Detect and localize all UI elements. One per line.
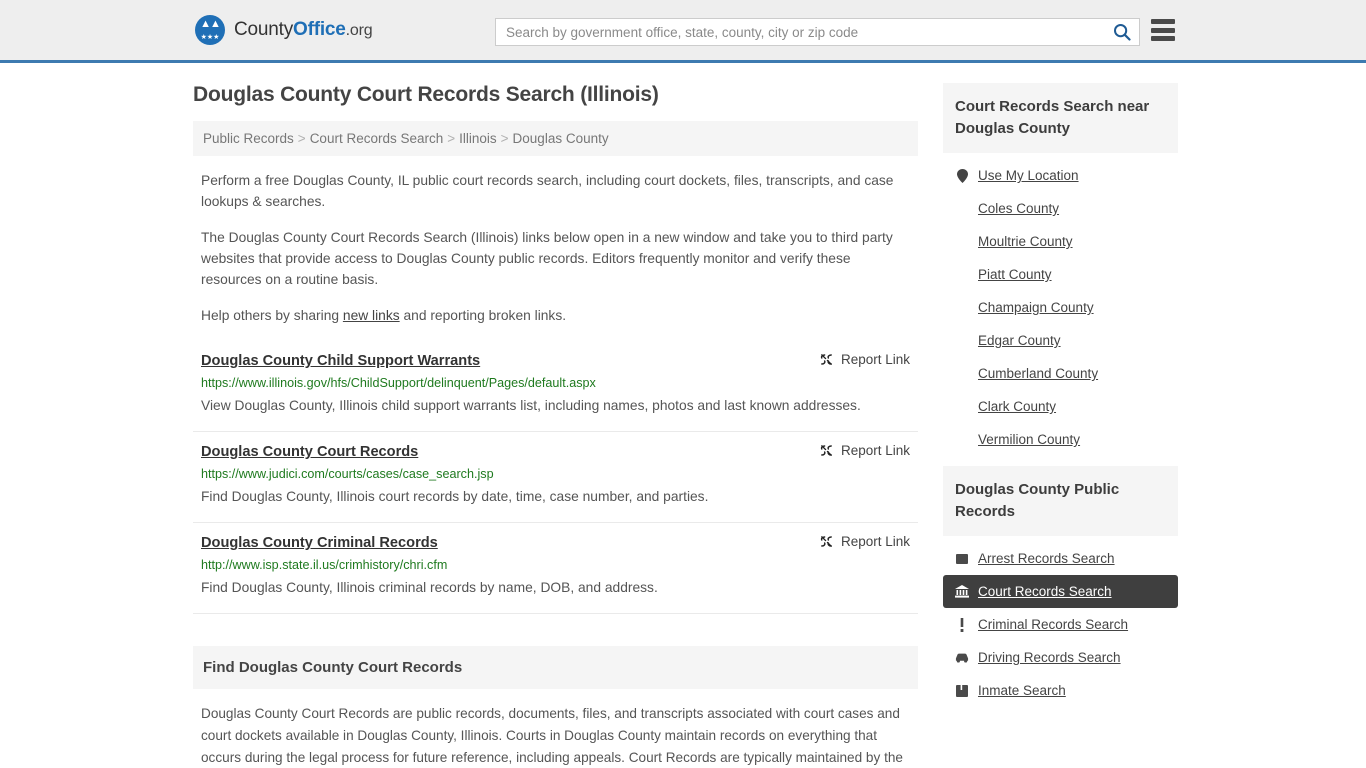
exclamation-icon — [955, 617, 969, 632]
sidebar-item-coles-county[interactable]: Coles County — [943, 192, 1178, 225]
breadcrumb: Public Records > Court Records Search > Illi… — [193, 121, 918, 156]
sidebar-item-piatt-county[interactable]: Piatt County — [943, 258, 1178, 291]
result-title-link[interactable]: Douglas County Court Records — [201, 442, 418, 462]
report-link-label: Report Link — [840, 443, 910, 458]
intro-p3-before: Help others by sharing — [201, 308, 343, 323]
result-title-link[interactable]: Douglas County Criminal Records — [201, 533, 438, 553]
page-title: Douglas County Court Records Search (Ill… — [193, 83, 659, 106]
sidebar-item-driving-records-search[interactable]: Driving Records Search — [943, 641, 1178, 674]
find-records-heading: Find Douglas County Court Records — [193, 646, 918, 689]
result-url: https://www.illinois.gov/hfs/ChildSuppor… — [201, 376, 596, 390]
result-description: Find Douglas County, Illinois court reco… — [201, 489, 709, 504]
new-links-link[interactable]: new links — [343, 308, 400, 323]
site-header: ▲▲ ★★★ CountyOffice.org — [0, 0, 1366, 63]
sidebar-item-label: Moultrie County — [978, 234, 1073, 249]
broken-link-icon — [820, 445, 832, 456]
sidebar-item-clark-county[interactable]: Clark County — [943, 390, 1178, 423]
sidebar-item-cumberland-county[interactable]: Cumberland County — [943, 357, 1178, 390]
countyoffice-logo-icon: ▲▲ ★★★ — [195, 15, 225, 45]
site-logo[interactable]: ▲▲ ★★★ CountyOffice.org — [195, 15, 373, 45]
result-item: Douglas County Court Records Report Link… — [193, 432, 918, 523]
search-button[interactable] — [1105, 19, 1139, 45]
sidebar-item-label: Court Records Search — [978, 584, 1112, 599]
sidebar-item-edgar-county[interactable]: Edgar County — [943, 324, 1178, 357]
sidebar-item-label: Cumberland County — [978, 366, 1099, 381]
result-description: View Douglas County, Illinois child supp… — [201, 398, 861, 413]
report-link-button[interactable]: Report Link — [819, 533, 910, 549]
hamburger-bar — [1151, 19, 1175, 24]
sidebar-item-label: Driving Records Search — [978, 650, 1121, 665]
intro-text: Perform a free Douglas County, IL public… — [193, 170, 918, 326]
breadcrumb-item-court-records-search[interactable]: Court Records Search — [310, 131, 444, 146]
sidebar-item-label: Coles County — [978, 201, 1060, 216]
sidebar-item-label: Vermilion County — [978, 432, 1081, 447]
car-icon — [955, 652, 969, 663]
breadcrumb-item-douglas-county[interactable]: Douglas County — [513, 131, 609, 146]
inmate-icon — [955, 684, 969, 697]
breadcrumb-separator: > — [447, 131, 456, 146]
search-input[interactable] — [496, 19, 1105, 45]
result-item: Douglas County Child Support Warrants Re… — [193, 341, 918, 432]
sidebar-item-label: Piatt County — [978, 267, 1052, 282]
nearby-panel-heading: Court Records Search near Douglas County — [943, 83, 1178, 153]
intro-p3-after: and reporting broken links. — [399, 308, 567, 323]
sidebar-item-label: Inmate Search — [978, 683, 1066, 698]
courthouse-icon — [955, 585, 969, 598]
report-link-button[interactable]: Report Link — [819, 442, 910, 458]
intro-paragraph-2: The Douglas County Court Records Search … — [201, 230, 893, 287]
hamburger-bar — [1151, 36, 1175, 41]
result-list: Douglas County Child Support Warrants Re… — [193, 341, 918, 614]
sidebar-item-court-records-search[interactable]: Court Records Search — [943, 575, 1178, 608]
report-link-label: Report Link — [840, 352, 910, 367]
hamburger-menu-button[interactable] — [1151, 19, 1175, 41]
result-title-link[interactable]: Douglas County Child Support Warrants — [201, 351, 480, 371]
breadcrumb-item-public-records[interactable]: Public Records — [203, 131, 294, 146]
sidebar-item-inmate-search[interactable]: Inmate Search — [943, 674, 1178, 707]
search-bar — [495, 18, 1140, 46]
breadcrumb-separator: > — [297, 131, 306, 146]
sidebar-item-use-my-location[interactable]: Use My Location — [943, 159, 1178, 192]
sidebar-item-vermilion-county[interactable]: Vermilion County — [943, 423, 1178, 456]
search-icon — [1114, 24, 1131, 41]
sidebar-item-label: Criminal Records Search — [978, 617, 1129, 632]
report-link-label: Report Link — [840, 534, 910, 549]
page-body: Douglas County Court Records Search (Ill… — [0, 63, 1366, 768]
map-pin-icon — [955, 168, 969, 183]
result-url: https://www.judici.com/courts/cases/case… — [201, 467, 494, 481]
result-item: Douglas County Criminal Records Report L… — [193, 523, 918, 614]
breadcrumb-separator: > — [500, 131, 509, 146]
intro-paragraph-3: Help others by sharing new links and rep… — [193, 305, 918, 326]
sidebar: Court Records Search near Douglas County… — [943, 83, 1178, 717]
nearby-panel: Court Records Search near Douglas County… — [943, 83, 1178, 460]
result-description: Find Douglas County, Illinois criminal r… — [201, 580, 658, 595]
main-content: Douglas County Court Records Search (Ill… — [193, 83, 918, 768]
sidebar-item-label: Use My Location — [978, 168, 1079, 183]
result-url: http://www.isp.state.il.us/crimhistory/c… — [201, 558, 448, 572]
sidebar-item-criminal-records-search[interactable]: Criminal Records Search — [943, 608, 1178, 641]
broken-link-icon — [820, 536, 832, 547]
broken-link-icon — [820, 354, 832, 365]
sidebar-item-label: Clark County — [978, 399, 1057, 414]
logo-wordmark: CountyOffice.org — [234, 19, 373, 41]
public-records-panel: Douglas County Public Records Arrest Rec… — [943, 466, 1178, 711]
report-link-button[interactable]: Report Link — [819, 351, 910, 367]
sidebar-item-label: Champaign County — [978, 300, 1094, 315]
hamburger-bar — [1151, 27, 1175, 33]
find-records-body: Douglas County Court Records are public … — [201, 706, 903, 765]
sidebar-item-moultrie-county[interactable]: Moultrie County — [943, 225, 1178, 258]
logo-text-org: .org — [345, 22, 373, 39]
square-icon — [955, 553, 969, 565]
logo-text-county: County — [234, 19, 294, 40]
public-records-heading: Douglas County Public Records — [943, 466, 1178, 536]
sidebar-item-label: Edgar County — [978, 333, 1061, 348]
breadcrumb-item-illinois[interactable]: Illinois — [459, 131, 497, 146]
sidebar-item-champaign-county[interactable]: Champaign County — [943, 291, 1178, 324]
intro-paragraph-1: Perform a free Douglas County, IL public… — [201, 173, 894, 209]
sidebar-item-arrest-records-search[interactable]: Arrest Records Search — [943, 542, 1178, 575]
logo-text-office: Office — [293, 19, 346, 40]
find-records-section: Find Douglas County Court Records Dougla… — [193, 646, 918, 768]
sidebar-item-label: Arrest Records Search — [978, 551, 1115, 566]
